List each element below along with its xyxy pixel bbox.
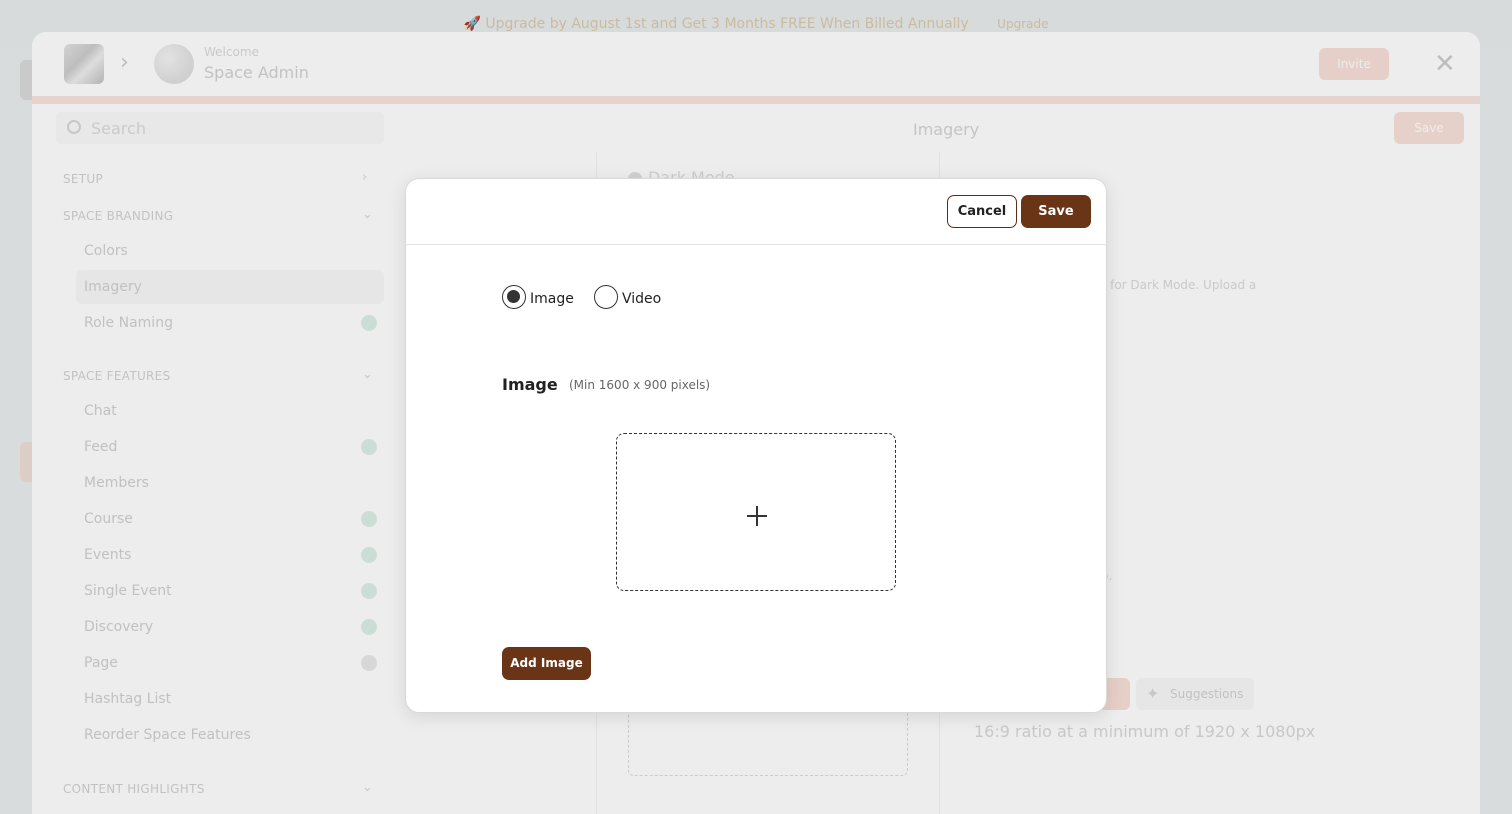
image-size-hint: (Min 1600 x 900 pixels): [569, 378, 711, 392]
add-image-button[interactable]: Add Image: [502, 647, 591, 680]
radio-video-label[interactable]: Video: [622, 291, 661, 307]
media-upload-modal: Cancel Save Image Video Image (Min 1600 …: [405, 178, 1107, 713]
cancel-button[interactable]: Cancel: [947, 195, 1017, 228]
radio-video[interactable]: [594, 285, 618, 309]
radio-image[interactable]: [502, 285, 526, 309]
image-section-label: Image: [502, 375, 558, 394]
save-button[interactable]: Save: [1021, 195, 1091, 228]
modal-header: Cancel Save: [406, 179, 1106, 245]
image-dropzone[interactable]: [616, 433, 896, 591]
plus-icon: [756, 506, 758, 526]
radio-image-label[interactable]: Image: [530, 291, 574, 307]
